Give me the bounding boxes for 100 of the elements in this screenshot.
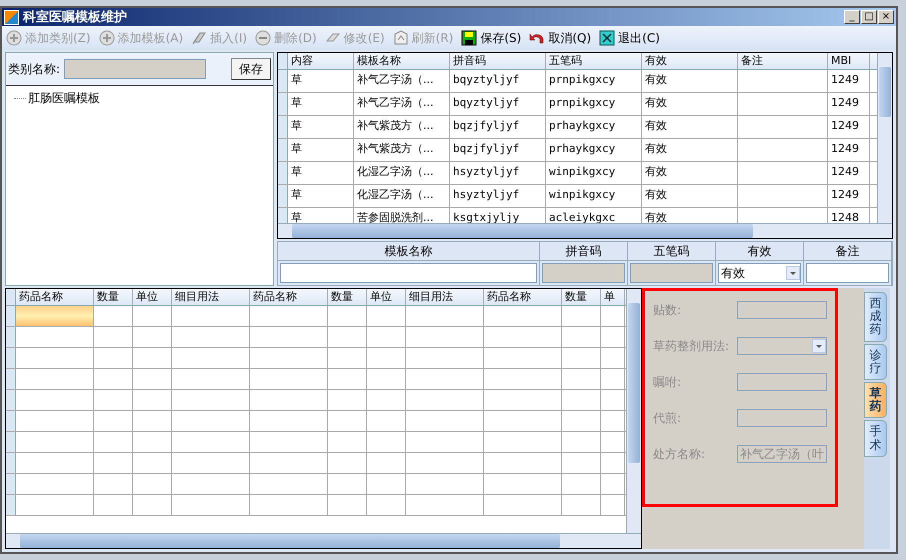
table-cell: 1249 (828, 70, 870, 92)
row-header (6, 474, 16, 494)
column-header[interactable]: 拼音码 (450, 53, 546, 69)
input-field[interactable] (280, 263, 537, 283)
side-tab[interactable]: 手术 (864, 420, 887, 457)
table-cell: 补气紫茂方（... (354, 116, 450, 138)
field-label: 嘱咐: (653, 374, 682, 390)
field-label: 处方名称: (653, 446, 706, 462)
save-button[interactable]: 保存 (231, 58, 271, 80)
window-control[interactable]: × (878, 10, 894, 24)
column-header[interactable]: 药品名称 (16, 289, 94, 305)
row-header (278, 116, 288, 138)
form-label: 备注 (804, 242, 891, 261)
column-header[interactable]: MBI (828, 53, 870, 69)
table-cell: 草 (288, 162, 354, 184)
horizontal-scrollbar[interactable] (6, 533, 641, 548)
save-icon (461, 30, 478, 46)
column-header[interactable]: 数量 (562, 289, 601, 305)
row-header (278, 93, 288, 115)
column-header[interactable]: 药品名称 (250, 289, 328, 305)
column-header[interactable]: 单位 (367, 289, 406, 305)
tree-line (14, 98, 26, 99)
column-header[interactable]: 有效 (642, 53, 738, 69)
table-cell: 有效 (642, 162, 738, 184)
toolbar-button[interactable]: 保存(S) (461, 30, 522, 46)
table-cell: 有效 (642, 70, 738, 92)
column-header[interactable]: 单 (601, 289, 625, 305)
vertical-scrollbar[interactable] (877, 53, 892, 223)
window-control[interactable]: _ (844, 10, 860, 24)
column-header[interactable]: 细目用法 (406, 289, 484, 305)
table-cell: hsyztyljyf (450, 162, 546, 184)
input-field[interactable] (737, 301, 827, 319)
table-cell: winpikgxcy (546, 185, 642, 207)
category-name-field[interactable] (64, 59, 206, 79)
column-header[interactable]: 备注 (738, 53, 828, 69)
app-icon (4, 10, 19, 24)
table-cell: 1249 (828, 139, 870, 161)
input-field[interactable] (737, 409, 827, 427)
table-cell: bqzjfyljyf (450, 116, 546, 138)
window-control[interactable]: □ (861, 10, 877, 24)
column-header[interactable]: 数量 (328, 289, 367, 305)
row-header (6, 411, 16, 431)
row-header (6, 495, 16, 515)
table-cell: 草 (288, 93, 354, 115)
table-cell: 补气乙字汤（... (354, 70, 450, 92)
table-cell: 草 (288, 185, 354, 207)
column-header[interactable]: 内容 (288, 53, 354, 69)
row-header (6, 390, 16, 410)
column-header[interactable]: 药品名称 (484, 289, 562, 305)
column-header[interactable]: 单位 (133, 289, 172, 305)
column-header[interactable]: 五笔码 (546, 53, 642, 69)
table-cell: prnpikgxcy (546, 70, 642, 92)
field-label: 代煎: (653, 410, 682, 426)
table-cell: 草 (288, 116, 354, 138)
side-tab[interactable]: 西成药 (864, 292, 887, 342)
table-cell: prhaykgxcy (546, 116, 642, 138)
vertical-scrollbar[interactable] (626, 289, 641, 533)
column-header[interactable]: 数量 (94, 289, 133, 305)
exit-icon (599, 30, 616, 46)
field-label: 类别名称: (8, 60, 60, 78)
side-tab[interactable]: 草药 (864, 382, 887, 418)
column-header[interactable]: 模板名称 (354, 53, 450, 69)
row-header (278, 139, 288, 161)
toolbar-button[interactable]: 退出(C) (599, 30, 660, 46)
plus-icon (98, 30, 115, 46)
row-header (6, 327, 16, 347)
table-cell: bqzjfyljyf (450, 139, 546, 161)
table-cell: 1249 (828, 116, 870, 138)
table-cell: 有效 (642, 93, 738, 115)
form-label: 拼音码 (540, 242, 627, 261)
valid-dropdown[interactable]: 有效 (718, 263, 801, 283)
table-cell: prhaykgxcy (546, 139, 642, 161)
table-cell: 补气乙字汤（... (354, 93, 450, 115)
field-label: 草药整剂用法: (653, 338, 730, 354)
tree-item[interactable]: 肛肠医嘱模板 (28, 90, 100, 107)
form-label: 有效 (716, 242, 803, 261)
row-header (6, 369, 16, 389)
table-cell: prnpikgxcy (546, 93, 642, 115)
column-header[interactable]: 细目用法 (172, 289, 250, 305)
input-field[interactable] (806, 263, 889, 283)
table-cell: 1249 (828, 93, 870, 115)
field-label: 贴数: (653, 302, 682, 318)
table-cell: 化湿乙字汤（... (354, 162, 450, 184)
input-field[interactable] (737, 373, 827, 391)
table-cell: 有效 (642, 116, 738, 138)
toolbar-button[interactable]: 取消(Q) (529, 30, 592, 46)
table-cell: hsyztyljyf (450, 185, 546, 207)
horizontal-scrollbar[interactable] (278, 223, 892, 238)
form-label: 五笔码 (628, 242, 715, 261)
row-header (6, 348, 16, 368)
minus-icon (255, 30, 272, 46)
window-title: 科室医嘱模板维护 (23, 8, 128, 26)
table-cell: winpikgxcy (546, 162, 642, 184)
row-header (278, 162, 288, 184)
row-header (6, 432, 16, 452)
usage-dropdown[interactable] (737, 337, 827, 355)
plus-icon (6, 30, 22, 46)
table-cell: 化湿乙字汤（... (354, 185, 450, 207)
side-tab[interactable]: 诊疗 (864, 344, 887, 380)
table-cell: 有效 (642, 139, 738, 161)
